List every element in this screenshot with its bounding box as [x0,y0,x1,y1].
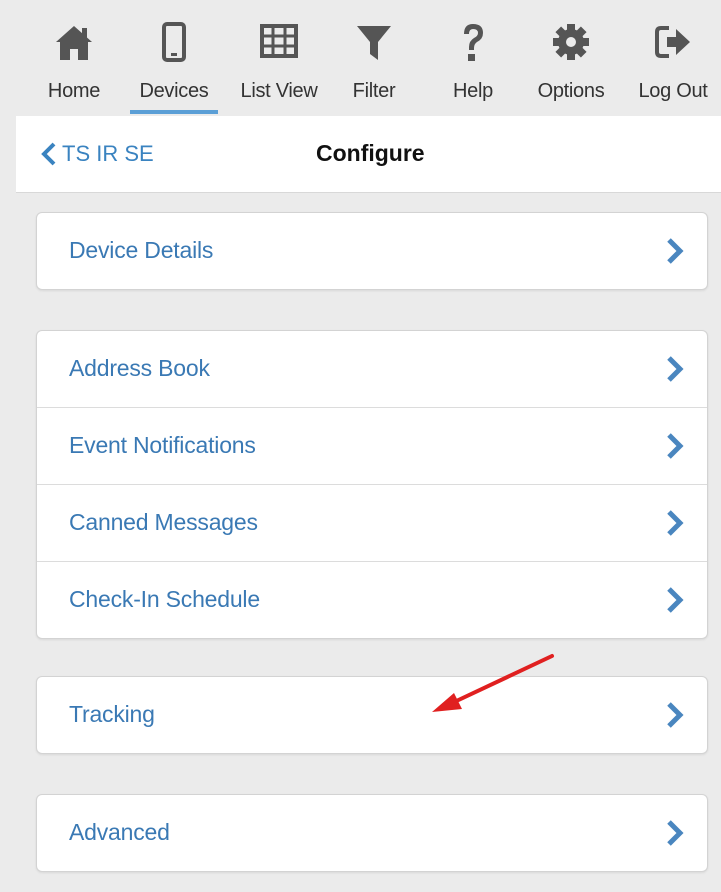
menu-item-address-book[interactable]: Address Book [37,331,707,407]
chevron-right-icon [665,509,685,537]
chevron-left-icon [41,142,56,166]
menu-item-event-notifications[interactable]: Event Notifications [37,407,707,484]
chevron-right-icon [665,432,685,460]
active-tab-indicator [130,110,218,114]
toolbar-home-button[interactable]: Home [36,20,112,116]
menu-item-label: Advanced [69,819,170,845]
menu-item-check-in-schedule[interactable]: Check-In Schedule [37,561,707,638]
toolbar-list-view-button[interactable]: List View [226,20,332,116]
toolbar-log-out-label: Log Out [638,80,708,102]
menu-item-label: Canned Messages [69,509,258,535]
mobile-device-icon [154,20,194,64]
chevron-right-icon [665,355,685,383]
toolbar-devices-label: Devices [139,80,209,102]
menu-item-label: Address Book [69,355,210,381]
menu-item-label: Device Details [69,237,214,263]
home-icon [54,20,94,64]
toolbar-filter-label: Filter [352,80,396,102]
chevron-right-icon [665,586,685,614]
toolbar-help-label: Help [453,80,493,102]
toolbar-devices-button[interactable]: Devices [128,20,220,116]
menu-group-tracking: Tracking [36,676,708,754]
page-title: Configure [316,140,425,166]
top-toolbar: Home Devices List View Filter Help Optio… [0,0,721,116]
back-button-label: TS IR SE [62,141,154,166]
toolbar-list-view-label: List View [240,80,318,102]
back-button[interactable]: TS IR SE [40,138,154,170]
red-arrow-annotation-icon [432,654,554,712]
gear-icon [551,20,591,64]
grid-table-icon [259,20,299,64]
chevron-right-icon [665,237,685,265]
page-header: TS IR SE Configure [16,116,721,193]
menu-group-advanced: Advanced [36,794,708,872]
menu-item-label: Tracking [69,701,155,727]
question-mark-icon [453,20,493,64]
toolbar-options-label: Options [537,80,605,102]
menu-item-device-details[interactable]: Device Details [37,213,707,289]
chevron-right-icon [665,819,685,847]
toolbar-log-out-button[interactable]: Log Out [628,20,718,116]
toolbar-filter-button[interactable]: Filter [340,20,408,116]
funnel-filter-icon [354,20,394,64]
chevron-right-icon [665,701,685,729]
menu-item-label: Event Notifications [69,432,256,458]
menu-group-device: Device Details [36,212,708,290]
menu-group-messaging: Address Book Event Notifications Canned … [36,330,708,639]
menu-item-tracking[interactable]: Tracking [37,677,707,753]
toolbar-options-button[interactable]: Options [526,20,616,116]
menu-item-canned-messages[interactable]: Canned Messages [37,484,707,561]
menu-item-advanced[interactable]: Advanced [37,795,707,871]
toolbar-help-button[interactable]: Help [440,20,506,116]
sign-out-icon [653,20,693,64]
menu-item-label: Check-In Schedule [69,586,260,612]
toolbar-home-label: Home [47,80,101,102]
